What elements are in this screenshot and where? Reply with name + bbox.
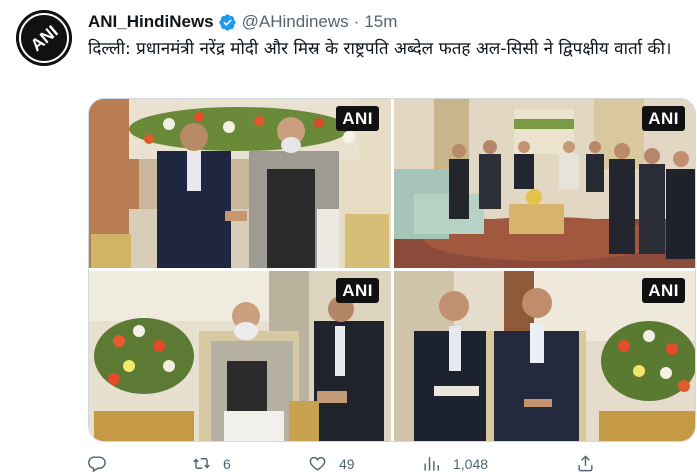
tweet-timestamp[interactable]: 15m — [364, 12, 397, 32]
retweet-button[interactable]: 6 — [192, 454, 231, 472]
verified-badge-icon — [219, 13, 236, 31]
author-name[interactable]: ANI_HindiNews — [88, 12, 214, 32]
avatar[interactable]: ANI — [16, 10, 72, 66]
retweet-count: 6 — [223, 455, 231, 472]
share-icon — [578, 455, 593, 472]
heart-icon — [309, 456, 326, 471]
photo-handshake[interactable]: ANI — [89, 99, 391, 268]
author-handle[interactable]: @AHindinews — [242, 12, 349, 32]
reply-icon — [88, 456, 106, 472]
ani-watermark: ANI — [336, 106, 379, 131]
like-count: 49 — [339, 455, 355, 472]
share-button[interactable] — [576, 454, 595, 472]
ani-watermark: ANI — [336, 278, 379, 303]
photo-sisi-seated[interactable]: ANI — [394, 271, 695, 441]
photo-modi-seated[interactable]: ANI — [89, 271, 391, 441]
tweet-text: दिल्ली: प्रधानमंत्री नरेंद्र मोदी और मिस… — [88, 39, 672, 59]
photo-delegation-room[interactable]: ANI — [394, 99, 695, 268]
views-button[interactable]: 1,048 — [422, 454, 488, 472]
separator-dot: · — [353, 12, 360, 31]
media-grid: ANI ANI ANI ANI — [88, 98, 696, 442]
action-bar: 6 49 1,048 — [88, 452, 688, 472]
like-button[interactable]: 49 — [308, 454, 355, 472]
tweet[interactable]: ANI ANI_HindiNews @AHindinews · 15m दिल्… — [0, 0, 697, 472]
ani-logo-icon: ANI — [16, 10, 72, 66]
views-count: 1,048 — [453, 455, 489, 472]
reply-button[interactable] — [88, 454, 107, 472]
views-icon — [424, 457, 439, 471]
tweet-header: ANI_HindiNews @AHindinews · 15m — [88, 11, 397, 33]
ani-watermark: ANI — [642, 106, 685, 131]
ani-watermark: ANI — [642, 278, 685, 303]
retweet-icon — [193, 458, 210, 469]
